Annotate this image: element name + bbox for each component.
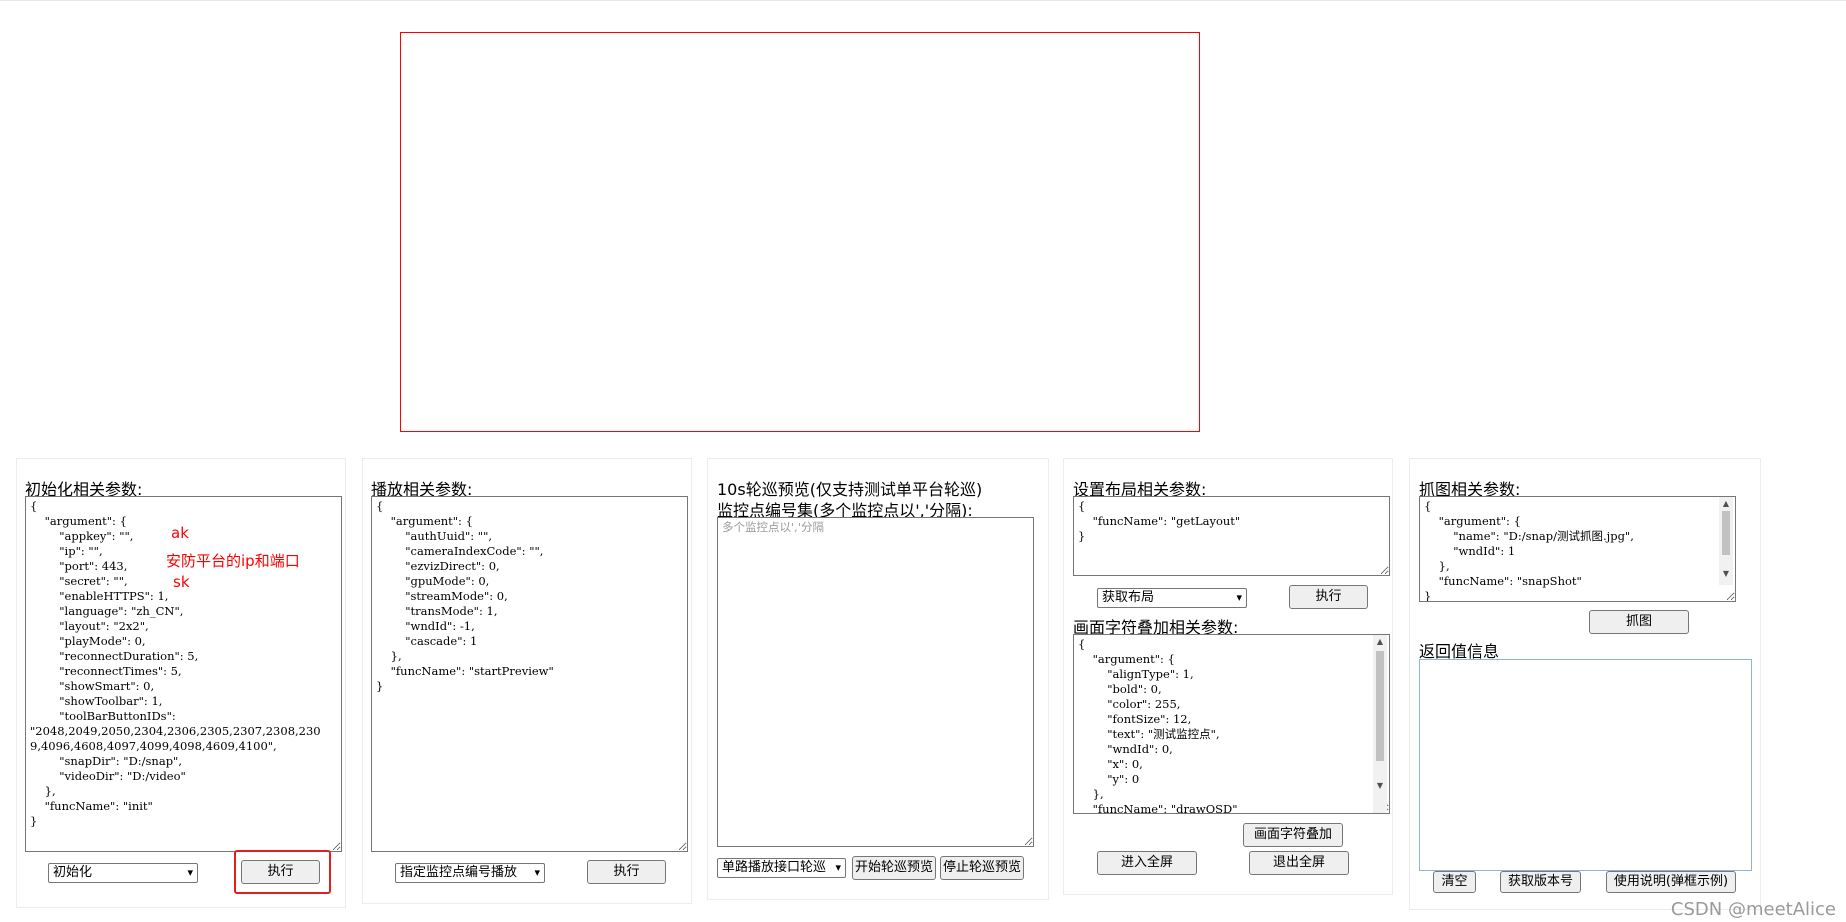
- chevron-down-icon: ▾: [835, 861, 841, 874]
- layout-json-textarea[interactable]: { "funcName": "getLayout" }: [1073, 496, 1390, 576]
- fullscreen-button[interactable]: 进入全屏: [1097, 851, 1197, 875]
- start-patrol-button[interactable]: 开始轮巡预览: [852, 856, 936, 880]
- video-player-area[interactable]: [400, 32, 1200, 432]
- scroll-down-icon[interactable]: ▼: [1719, 569, 1733, 578]
- osd-scroll-thumb[interactable]: [1376, 651, 1384, 761]
- appkey-annotation: ak: [171, 524, 189, 542]
- snap-json-textarea[interactable]: { "argument": { "name": "D:/snap/测试抓图.jp…: [1419, 496, 1736, 602]
- stop-patrol-button[interactable]: 停止轮巡预览: [940, 856, 1024, 880]
- osd-json-textarea[interactable]: { "argument": { "alignType": 1, "bold": …: [1073, 634, 1390, 814]
- init-select-value: 初始化: [53, 865, 93, 880]
- layout-execute-button[interactable]: 执行: [1289, 585, 1368, 609]
- csdn-watermark: CSDN @meetAlice: [1670, 899, 1836, 920]
- chevron-down-icon: ▾: [187, 866, 193, 879]
- get-version-button[interactable]: 获取版本号: [1500, 871, 1581, 893]
- ip-port-annotation: 安防平台的ip和端口: [166, 552, 300, 570]
- chevron-down-icon: ▾: [1236, 591, 1242, 604]
- scroll-down-icon[interactable]: ▼: [1373, 781, 1387, 790]
- init-action-select[interactable]: 初始化 ▾: [48, 863, 198, 883]
- scroll-up-icon[interactable]: ▲: [1719, 499, 1733, 508]
- return-info-box[interactable]: [1419, 659, 1752, 871]
- osd-draw-button[interactable]: 画面字符叠加: [1243, 823, 1343, 847]
- scroll-up-icon[interactable]: ▲: [1373, 637, 1387, 646]
- play-execute-button[interactable]: 执行: [587, 860, 666, 884]
- execute-highlight-box: [234, 850, 331, 894]
- osd-scrollbar[interactable]: ▲ ▼: [1373, 635, 1387, 813]
- patrol-select-value: 单路播放接口轮巡: [722, 860, 827, 875]
- clear-button[interactable]: 清空: [1433, 871, 1476, 893]
- play-json-textarea[interactable]: { "argument": { "authUuid": "", "cameraI…: [371, 496, 688, 852]
- exit-fullscreen-button[interactable]: 退出全屏: [1249, 851, 1349, 875]
- snapshot-button[interactable]: 抓图: [1589, 610, 1689, 634]
- help-button[interactable]: 使用说明(弹框示例): [1606, 871, 1736, 893]
- camera-codes-textarea[interactable]: [717, 517, 1034, 847]
- snap-scrollbar[interactable]: ▲ ▼: [1719, 497, 1733, 585]
- layout-select-value: 获取布局: [1102, 590, 1155, 605]
- layout-action-select[interactable]: 获取布局 ▾: [1097, 588, 1247, 608]
- patrol-mode-select[interactable]: 单路播放接口轮巡 ▾: [717, 858, 846, 878]
- top-divider: [0, 0, 1846, 1]
- play-action-select[interactable]: 指定监控点编号播放 ▾: [395, 863, 545, 883]
- play-select-value: 指定监控点编号播放: [400, 865, 518, 880]
- snap-scroll-thumb[interactable]: [1722, 511, 1730, 555]
- chevron-down-icon: ▾: [534, 866, 540, 879]
- secret-annotation: sk: [173, 573, 190, 591]
